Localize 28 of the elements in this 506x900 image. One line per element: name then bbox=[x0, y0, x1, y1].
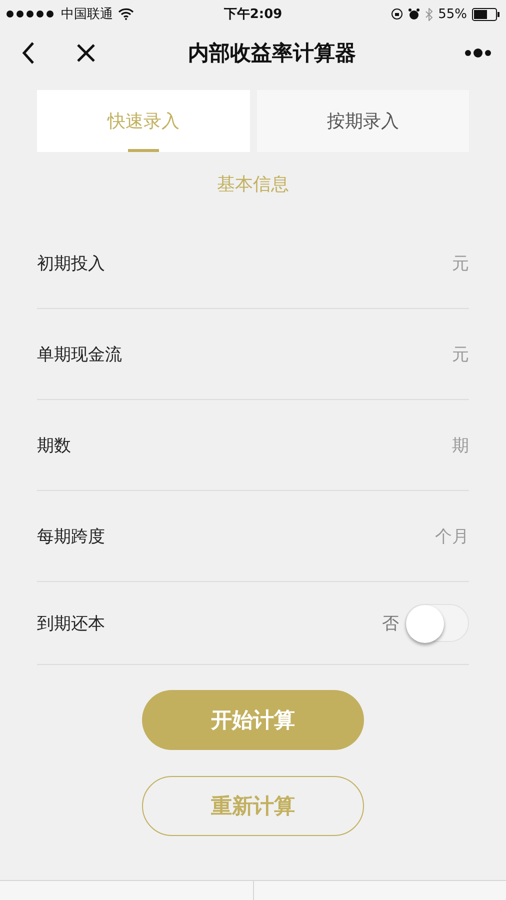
unit-label: 元 bbox=[452, 344, 469, 366]
section-title: 基本信息 bbox=[217, 174, 289, 195]
unit-label: 元 bbox=[452, 252, 469, 274]
rotation-lock-icon bbox=[391, 8, 404, 20]
calculate-button[interactable]: 开始计算 bbox=[142, 690, 364, 750]
bluetooth-icon bbox=[425, 8, 434, 20]
toggle-switch[interactable] bbox=[405, 604, 469, 642]
field-label: 单期现金流 bbox=[37, 344, 122, 366]
more-icon bbox=[464, 48, 492, 58]
carrier-name: 中国联通 bbox=[61, 6, 113, 23]
reset-button[interactable]: 重新计算 bbox=[142, 776, 364, 836]
back-icon bbox=[21, 41, 35, 65]
unit-label: 个月 bbox=[435, 526, 469, 548]
battery-icon bbox=[472, 8, 500, 20]
page-title: 内部收益率计算器 bbox=[187, 40, 357, 67]
status-time: 下午2:09 bbox=[224, 6, 282, 23]
toggle-state-text: 否 bbox=[382, 612, 399, 634]
field-label: 期数 bbox=[37, 434, 71, 456]
field-label: 初期投入 bbox=[37, 252, 105, 274]
signal-icon bbox=[6, 10, 56, 18]
tab[interactable]: 按期录入 bbox=[256, 90, 469, 152]
wifi-icon bbox=[118, 8, 134, 20]
unit-label: 期 bbox=[452, 434, 469, 456]
field-label: 到期还本 bbox=[37, 612, 105, 634]
tab[interactable]: 快速录入 bbox=[37, 90, 250, 152]
battery-percent: 55% bbox=[438, 6, 467, 22]
field-label: 每期跨度 bbox=[37, 526, 105, 548]
close-icon bbox=[76, 43, 96, 63]
